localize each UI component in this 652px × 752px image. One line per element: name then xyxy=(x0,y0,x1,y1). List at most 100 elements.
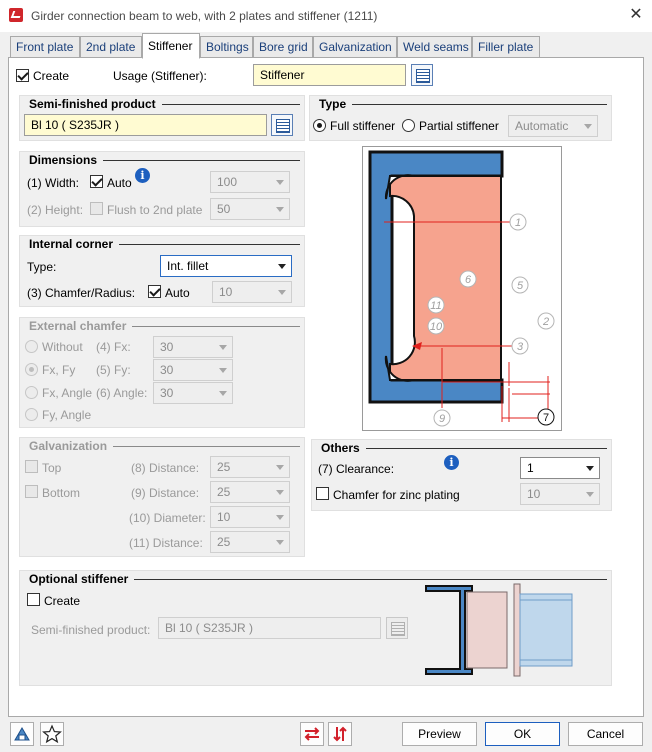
swap-horizontal-button[interactable] xyxy=(300,722,324,746)
app-icon xyxy=(9,8,23,22)
usage-field[interactable]: Stiffener xyxy=(253,64,406,86)
chevron-down-icon xyxy=(584,124,592,129)
semi-finished-catalog-button[interactable] xyxy=(271,114,293,136)
stiffener-diagram: 1 2 3 5 6 10 11 9 7 xyxy=(362,146,562,431)
cancel-button[interactable]: Cancel xyxy=(568,722,643,746)
partial-stiffener-radio[interactable] xyxy=(402,119,415,132)
tab-galvanization[interactable]: Galvanization xyxy=(313,36,397,58)
ok-button[interactable]: OK xyxy=(485,722,560,746)
optional-stiffener-diagram xyxy=(425,583,573,677)
chevron-down-icon xyxy=(219,391,227,396)
optional-stiffener-title: Optional stiffener xyxy=(25,572,135,586)
clearance-select[interactable]: 1 xyxy=(520,457,600,479)
diameter-10-value: 10 xyxy=(217,510,231,524)
distance-11-label: (11) Distance: xyxy=(129,536,203,550)
info-icon[interactable]: i xyxy=(135,168,150,183)
end-plate xyxy=(513,583,521,677)
clearance-value: 1 xyxy=(527,461,534,475)
distance-11-select[interactable]: 25 xyxy=(210,531,290,553)
height-flush-label: Flush to 2nd plate xyxy=(107,203,203,217)
full-stiffener-radio[interactable] xyxy=(313,119,326,132)
distance-8-label: (8) Distance: xyxy=(131,461,200,475)
type-mode-select[interactable]: Automatic xyxy=(508,115,598,137)
optional-semi-catalog-button[interactable] xyxy=(386,617,408,639)
chevron-down-icon xyxy=(276,465,284,470)
width-auto-checkbox[interactable] xyxy=(90,175,103,188)
fx-select[interactable]: 30 xyxy=(153,336,233,358)
create-checkbox[interactable] xyxy=(16,69,29,82)
star-icon xyxy=(42,724,62,744)
corner-type-label: Type: xyxy=(27,260,57,274)
chamfer-fyangle-radio[interactable] xyxy=(25,408,38,421)
chevron-down-icon xyxy=(586,492,594,497)
swap-vertical-icon xyxy=(333,726,347,742)
partial-stiffener-label: Partial stiffener xyxy=(419,119,499,133)
tab-weld-seams[interactable]: Weld seams xyxy=(397,36,472,58)
i-beam-section xyxy=(425,585,473,675)
diameter-10-select[interactable]: 10 xyxy=(210,506,290,528)
chamfer-fxangle-radio[interactable] xyxy=(25,386,38,399)
marker-11: 11 xyxy=(430,300,441,312)
marker-9: 9 xyxy=(439,413,445,425)
tab-front-plate[interactable]: Front plate xyxy=(10,36,80,58)
tab-2nd-plate[interactable]: 2nd plate xyxy=(80,36,142,58)
library-button[interactable] xyxy=(10,722,34,746)
chevron-down-icon xyxy=(276,490,284,495)
zinc-chamfer-checkbox[interactable] xyxy=(316,487,329,500)
tab-bore-grid[interactable]: Bore grid xyxy=(253,36,313,58)
angle-select[interactable]: 30 xyxy=(153,382,233,404)
tab-stiffener[interactable]: Stiffener xyxy=(142,33,200,59)
chamfer-auto-label: Auto xyxy=(165,286,190,300)
corner-type-value: Int. fillet xyxy=(167,259,209,273)
preview-button[interactable]: Preview xyxy=(402,722,477,746)
marker-7: 7 xyxy=(543,412,549,424)
height-value: 50 xyxy=(217,202,231,216)
semi-finished-title: Semi-finished product xyxy=(25,97,162,111)
chamfer-radius-select[interactable]: 10 xyxy=(212,281,292,303)
distance-8-select[interactable]: 25 xyxy=(210,456,290,478)
close-icon[interactable]: ✕ xyxy=(627,6,645,24)
swap-vertical-button[interactable] xyxy=(328,722,352,746)
tab-filler-plate[interactable]: Filler plate xyxy=(472,36,540,58)
fx-label: (4) Fx: xyxy=(96,340,131,354)
chevron-down-icon xyxy=(276,515,284,520)
chevron-down-icon xyxy=(278,290,286,295)
chamfer-without-radio[interactable] xyxy=(25,340,38,353)
fx-value: 30 xyxy=(160,340,174,354)
tab-boltings[interactable]: Boltings xyxy=(200,36,253,58)
distance-9-select[interactable]: 25 xyxy=(210,481,290,503)
usage-label: Usage (Stiffener): xyxy=(113,69,207,83)
width-value: 100 xyxy=(217,175,238,189)
favorite-button[interactable] xyxy=(40,722,64,746)
fy-select[interactable]: 30 xyxy=(153,359,233,381)
zinc-chamfer-value: 10 xyxy=(527,487,541,501)
galv-top-label: Top xyxy=(42,461,62,475)
chamfer-auto-checkbox[interactable] xyxy=(148,285,161,298)
marker-1: 1 xyxy=(515,217,521,229)
galv-top-checkbox[interactable] xyxy=(25,460,38,473)
height-flush-checkbox[interactable] xyxy=(90,202,103,215)
semi-finished-field[interactable]: Bl 10 ( S235JR ) xyxy=(24,114,267,136)
corner-type-select[interactable]: Int. fillet xyxy=(160,255,292,277)
internal-corner-title: Internal corner xyxy=(25,237,120,251)
zinc-chamfer-select[interactable]: 10 xyxy=(520,483,600,505)
chamfer-without-label: Without xyxy=(42,340,83,354)
optional-semi-field[interactable]: Bl 10 ( S235JR ) xyxy=(158,617,381,639)
galv-bottom-checkbox[interactable] xyxy=(25,485,38,498)
angle-label: (6) Angle: xyxy=(96,386,148,400)
usage-catalog-button[interactable] xyxy=(411,64,433,86)
width-select[interactable]: 100 xyxy=(210,171,290,193)
type-title: Type xyxy=(315,97,353,111)
chamfer-fxfy-radio[interactable] xyxy=(25,363,38,376)
type-divider xyxy=(315,104,607,105)
optional-create-checkbox[interactable] xyxy=(27,593,40,606)
optional-create-label: Create xyxy=(44,594,81,608)
marker-3: 3 xyxy=(517,341,524,353)
marker-5: 5 xyxy=(517,280,524,292)
optional-semi-label: Semi-finished product: xyxy=(31,623,151,637)
chevron-down-icon xyxy=(219,345,227,350)
width-label: (1) Width: xyxy=(27,176,80,190)
info-icon[interactable]: i xyxy=(444,455,459,470)
height-select[interactable]: 50 xyxy=(210,198,290,220)
chamfer-radius-value: 10 xyxy=(219,285,233,299)
